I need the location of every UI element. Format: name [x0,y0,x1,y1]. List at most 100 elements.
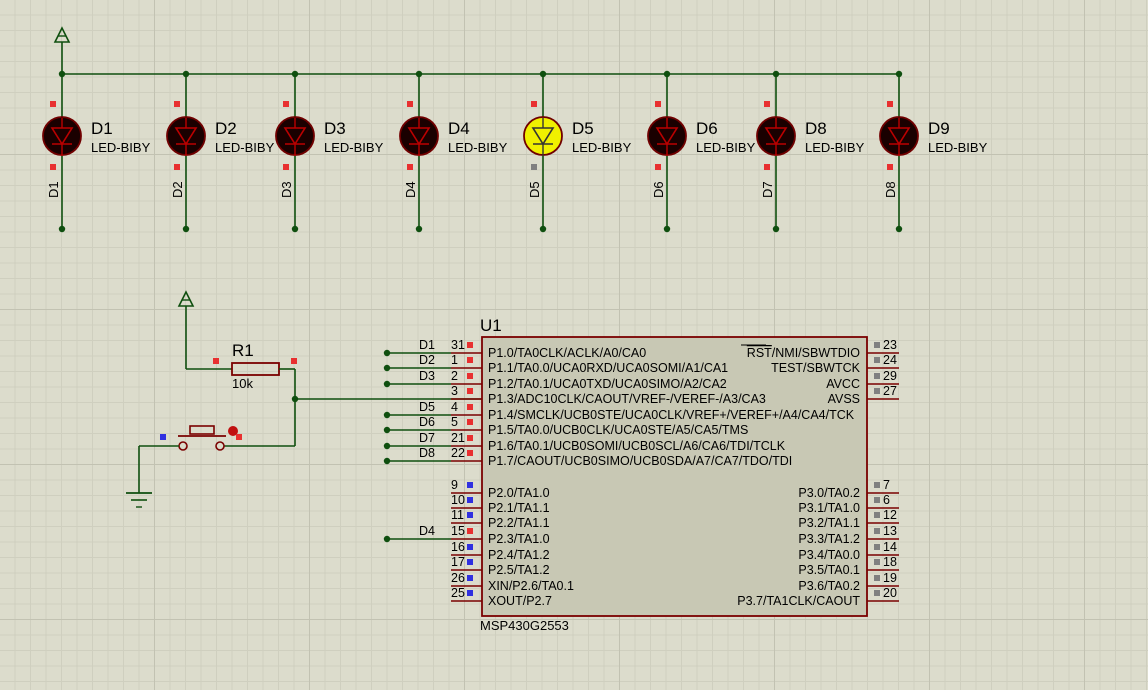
pin-marker-cathode [531,164,537,170]
pin-marker-cathode [50,164,56,170]
pin-marker-cathode [887,164,893,170]
ic-pin-name: AVCC [826,377,860,391]
ic-pin-number: 24 [883,353,897,367]
ic-pin-marker [467,404,473,410]
ic-pin-name: P1.5/TA0.0/UCB0CLK/UCA0STE/A5/CA5/TMS [488,423,748,437]
ic-pin-marker [874,544,880,550]
ic-pin-name: P3.6/TA0.2 [798,579,860,593]
ic-pin-marker [467,435,473,441]
led-type-label: LED-BIBY [91,140,151,155]
led-net-label: D6 [651,181,666,198]
ic-pin-number: 22 [451,446,465,460]
ic-pin-marker [874,512,880,518]
net-label: D7 [419,431,435,445]
ic-pin-number: 15 [451,524,465,538]
junction-dot [383,364,391,372]
ic-pin-name: P3.0/TA0.2 [798,486,860,500]
resistor-ref-label: R1 [232,341,254,360]
ic-pin-name: P3.1/TA1.0 [798,501,860,515]
led-type-label: LED-BIBY [215,140,275,155]
ic-pin-name: P1.6/TA0.1/UCB0SOMI/UCB0SCL/A6/CA6/TDI/T… [488,439,786,453]
junction-dot [663,225,671,233]
switch-contact-left [178,441,188,451]
net-label: D2 [419,353,435,367]
ic-pin-marker [467,497,473,503]
led-net-label: D1 [46,181,61,198]
ic-pin-marker [874,528,880,534]
led-ref-label: D4 [448,119,470,138]
junction-dot [58,225,66,233]
led-type-label: LED-BIBY [572,140,632,155]
ic-pin-marker [467,482,473,488]
junction-dot [383,535,391,543]
ic-pin-number: 6 [883,493,890,507]
ic-pin-marker [874,575,880,581]
led-type-label: LED-BIBY [448,140,508,155]
pin-marker-cathode [283,164,289,170]
ic-pin-name-overline: RST [747,346,772,360]
pin-marker-cathode [407,164,413,170]
ic-pin-number: 19 [883,571,897,585]
switch-button [189,425,215,435]
net-label: D3 [419,369,435,383]
ic-pin-name: P3.5/TA0.1 [798,563,860,577]
ic-pin-marker [874,590,880,596]
junction-dot [415,225,423,233]
net-label: D1 [419,338,435,352]
led-ref-label: D1 [91,119,113,138]
ic-pin-name: P1.4/SMCLK/UCB0STE/UCA0CLK/VREF+/VEREF+/… [488,408,855,422]
ic-pin-marker [467,512,473,518]
pin-marker-anode [174,101,180,107]
ic-pin-name: P3.2/TA1.1 [798,516,860,530]
ic-pin-marker [874,559,880,565]
ic-pin-number: 1 [451,353,458,367]
ic-pin-number: 29 [883,369,897,383]
ic-pin-name: P1.1/TA0.0/UCA0RXD/UCA0SOMI/A1/CA1 [488,361,728,375]
ic-pin-number: 2 [451,369,458,383]
pin-marker-anode [887,101,893,107]
led-ref-label: D2 [215,119,237,138]
power-terminal-top [53,26,71,43]
ic-pin-number: 20 [883,586,897,600]
led-net-label: D2 [170,181,185,198]
switch-contact-right [215,441,225,451]
pin-marker-anode [50,101,56,107]
ic-pin-name: P3.4/TA0.0 [798,548,860,562]
ic-pin-name: P2.5/TA1.2 [488,563,550,577]
led-ref-label: D6 [696,119,718,138]
power-terminal-mid [177,290,195,307]
pin-marker-r1-b [291,358,297,364]
ic-pin-marker [467,590,473,596]
ic-pin-name: P1.3/ADC10CLK/CAOUT/VREF-/VEREF-/A3/CA3 [488,392,766,406]
ic-pin-marker [874,388,880,394]
pin-marker-cathode [655,164,661,170]
pin-marker-anode [764,101,770,107]
ic-pin-number: 26 [451,571,465,585]
ic-pin-number: 27 [883,384,897,398]
ic-part-label: MSP430G2553 [480,618,569,633]
ic-pin-marker [467,357,473,363]
led-ref-label: D9 [928,119,950,138]
ic-pin-name: XIN/P2.6/TA0.1 [488,579,574,593]
pin-marker-switch-b [236,434,242,440]
pin-marker-switch-a [160,434,166,440]
pin-marker-anode [283,101,289,107]
ic-pin-number: 5 [451,415,458,429]
ic-pin-number: 14 [883,540,897,554]
ic-pin-name: XOUT/P2.7 [488,594,552,608]
junction-dot [182,225,190,233]
ic-pin-name-rest: /NMI/SBWTDIO [772,346,860,360]
pin-marker-cathode [174,164,180,170]
ic-pin-number: 21 [451,431,465,445]
ic-pin-number: 3 [451,384,458,398]
ic-pin-marker [467,373,473,379]
led-type-label: LED-BIBY [928,140,988,155]
ic-pin-marker [467,388,473,394]
junction-dot [772,225,780,233]
ic-pin-marker [874,342,880,348]
led-type-label: LED-BIBY [324,140,384,155]
junction-dot [895,225,903,233]
junction-dot [383,411,391,419]
ic-pin-name: AVSS [828,392,860,406]
ic-pin-name: P2.3/TA1.0 [488,532,550,546]
